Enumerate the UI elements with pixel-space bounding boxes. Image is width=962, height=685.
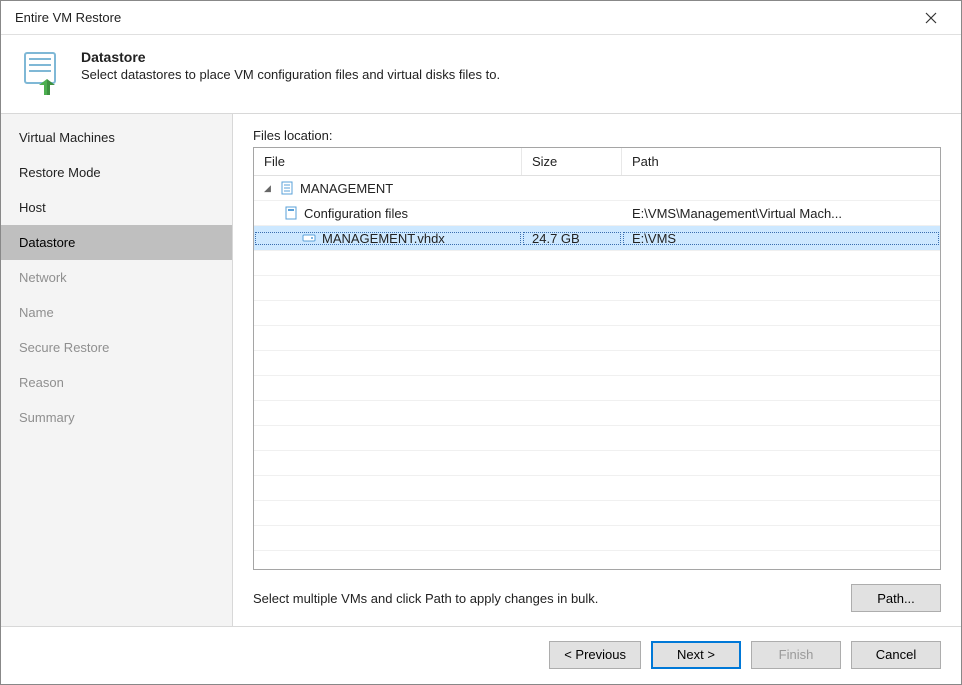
tree-collapse-icon[interactable]: ◢ bbox=[264, 183, 274, 194]
sidebar-item-label: Virtual Machines bbox=[19, 130, 115, 145]
sidebar-item-secure-restore: Secure Restore bbox=[1, 330, 232, 365]
sidebar-item-network: Network bbox=[1, 260, 232, 295]
datastore-icon bbox=[19, 49, 67, 97]
sidebar-item-label: Host bbox=[19, 200, 46, 215]
sidebar-item-reason: Reason bbox=[1, 365, 232, 400]
close-icon bbox=[925, 12, 937, 24]
sidebar-item-label: Secure Restore bbox=[19, 340, 109, 355]
cell-size: 24.7 GB bbox=[522, 231, 622, 246]
column-header-path[interactable]: Path bbox=[622, 148, 940, 175]
sidebar-item-summary: Summary bbox=[1, 400, 232, 435]
cell-path: E:\VMS\Management\Virtual Mach... bbox=[622, 206, 940, 221]
sidebar-item-virtual-machines[interactable]: Virtual Machines bbox=[1, 120, 232, 155]
sidebar-item-label: Restore Mode bbox=[19, 165, 101, 180]
grid-header: File Size Path bbox=[254, 148, 940, 176]
hint-text: Select multiple VMs and click Path to ap… bbox=[253, 591, 598, 606]
wizard-body: Virtual Machines Restore Mode Host Datas… bbox=[1, 113, 961, 626]
main-panel: Files location: File Size Path ◢ MANAGEM… bbox=[233, 114, 961, 626]
sidebar-item-host[interactable]: Host bbox=[1, 190, 232, 225]
window-title: Entire VM Restore bbox=[15, 10, 911, 25]
header-title: Datastore bbox=[81, 49, 500, 65]
wizard-footer: < Previous Next > Finish Cancel bbox=[1, 626, 961, 682]
header-text: Datastore Select datastores to place VM … bbox=[81, 49, 500, 82]
column-header-file[interactable]: File bbox=[254, 148, 522, 175]
sidebar-item-restore-mode[interactable]: Restore Mode bbox=[1, 155, 232, 190]
column-header-size[interactable]: Size bbox=[522, 148, 622, 175]
sidebar-item-label: Reason bbox=[19, 375, 64, 390]
sidebar-item-datastore[interactable]: Datastore bbox=[1, 225, 232, 260]
table-row[interactable]: ◢ MANAGEMENT bbox=[254, 176, 940, 201]
cell-file: Configuration files bbox=[304, 206, 408, 221]
cell-path: E:\VMS bbox=[622, 231, 940, 246]
cancel-button[interactable]: Cancel bbox=[851, 641, 941, 669]
titlebar: Entire VM Restore bbox=[1, 1, 961, 35]
grid-rows: ◢ MANAGEMENT Configuration file bbox=[254, 176, 940, 569]
files-grid[interactable]: File Size Path ◢ MANAGEMENT bbox=[253, 147, 941, 570]
cell-file: MANAGEMENT.vhdx bbox=[322, 231, 445, 246]
table-row[interactable]: Configuration files E:\VMS\Management\Vi… bbox=[254, 201, 940, 226]
vm-icon bbox=[280, 181, 294, 195]
sidebar-item-name: Name bbox=[1, 295, 232, 330]
sidebar-item-label: Network bbox=[19, 270, 67, 285]
sidebar-item-label: Summary bbox=[19, 410, 75, 425]
sidebar-item-label: Datastore bbox=[19, 235, 75, 250]
grid-empty-area bbox=[254, 251, 940, 569]
wizard-steps-sidebar: Virtual Machines Restore Mode Host Datas… bbox=[1, 114, 233, 626]
header-description: Select datastores to place VM configurat… bbox=[81, 67, 500, 82]
cell-file: MANAGEMENT bbox=[300, 181, 393, 196]
next-button[interactable]: Next > bbox=[651, 641, 741, 669]
files-location-label: Files location: bbox=[253, 128, 941, 143]
config-file-icon bbox=[284, 206, 298, 220]
table-row[interactable]: MANAGEMENT.vhdx 24.7 GB E:\VMS bbox=[254, 226, 940, 251]
close-button[interactable] bbox=[911, 3, 951, 33]
wizard-header: Datastore Select datastores to place VM … bbox=[1, 35, 961, 113]
disk-file-icon bbox=[302, 231, 316, 245]
sidebar-item-label: Name bbox=[19, 305, 54, 320]
previous-button[interactable]: < Previous bbox=[549, 641, 641, 669]
finish-button: Finish bbox=[751, 641, 841, 669]
path-button[interactable]: Path... bbox=[851, 584, 941, 612]
hint-row: Select multiple VMs and click Path to ap… bbox=[253, 570, 941, 612]
